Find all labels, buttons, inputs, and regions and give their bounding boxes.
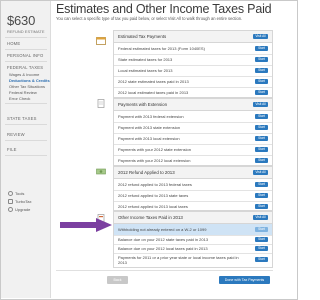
card-header: 2012 Refund Applied to 2013 Visit All — [114, 167, 272, 179]
start-button[interactable]: Start — [255, 90, 268, 95]
sidebar-divider — [5, 124, 47, 125]
start-button[interactable]: Start — [255, 46, 268, 51]
sidebar-subitem-wages-income[interactable]: Wages & Income — [9, 72, 39, 77]
sidebar-tool-tools[interactable]: Tools — [8, 191, 24, 197]
card-header: Estimated Tax Payments Visit All — [114, 31, 272, 43]
page-title: Estimates and Other Income Taxes Paid — [56, 2, 272, 16]
sidebar-subitem-error-check[interactable]: Error Check — [9, 96, 30, 101]
sidebar-tool-turbotax[interactable]: TurboTax — [8, 199, 32, 205]
refund-applied-card: 2012 Refund Applied to 2013 Visit All 20… — [113, 166, 273, 211]
start-button[interactable]: Start — [255, 114, 268, 119]
card-header: Payments with Extension Visit All — [114, 99, 272, 111]
visit-all-button[interactable]: Visit All — [253, 34, 268, 39]
start-button[interactable]: Start — [255, 125, 268, 130]
start-button[interactable]: Start — [255, 68, 268, 73]
sidebar: $630 REFUND ESTIMATE HOME PERSONAL INFO … — [1, 1, 51, 298]
sidebar-item-personal-info[interactable]: PERSONAL INFO — [7, 53, 43, 58]
list-item: 2012 local estimated taxes paid in 2013 S… — [114, 87, 272, 98]
sidebar-subitem-other-tax-situations[interactable]: Other Tax Situations — [9, 84, 45, 89]
document-icon — [97, 99, 105, 108]
start-button[interactable]: Start — [255, 237, 268, 242]
start-button[interactable]: Start — [255, 182, 268, 187]
back-button[interactable]: Back — [107, 276, 128, 284]
sidebar-subitem-deductions-credits[interactable]: Deductions & Credits — [9, 78, 50, 83]
refund-amount: $630 — [7, 13, 36, 28]
sidebar-divider — [5, 103, 47, 104]
start-button[interactable]: Start — [255, 227, 268, 232]
page-intro: You can select a specific type of tax yo… — [56, 16, 243, 21]
card-header: Other Income Taxes Paid in 2013 Visit Al… — [114, 212, 272, 224]
card-title: 2012 Refund Applied to 2013 — [118, 170, 175, 175]
start-button[interactable]: Start — [255, 257, 268, 262]
start-button[interactable]: Start — [255, 158, 268, 163]
sidebar-divider — [5, 140, 47, 141]
start-button[interactable]: Start — [255, 147, 268, 152]
other-income-taxes-card: Other Income Taxes Paid in 2013 Visit Al… — [113, 211, 273, 268]
sidebar-item-review[interactable]: REVIEW — [7, 132, 25, 137]
upgrade-icon — [8, 207, 13, 213]
start-button[interactable]: Start — [255, 136, 268, 141]
list-item: Payments with your 2012 local extension S… — [114, 155, 272, 166]
visit-all-button[interactable]: Visit All — [253, 102, 268, 107]
payments-with-extension-card: Payments with Extension Visit All Paymen… — [113, 98, 273, 166]
start-button[interactable]: Start — [255, 246, 268, 251]
refund-label: REFUND ESTIMATE — [7, 29, 45, 34]
card-title: Other Income Taxes Paid in 2013 — [118, 215, 183, 220]
tools-icon — [8, 191, 13, 197]
start-button[interactable]: Start — [255, 79, 268, 84]
sidebar-divider — [5, 49, 47, 50]
sidebar-item-home[interactable]: HOME — [7, 41, 20, 46]
sidebar-divider — [5, 155, 47, 156]
done-with-tax-payments-button[interactable]: Done with Tax Payments — [219, 276, 270, 284]
money-icon — [96, 168, 106, 175]
sidebar-divider — [5, 37, 47, 38]
arrow-annotation-icon — [60, 218, 112, 232]
sidebar-subitem-federal-review[interactable]: Federal Review — [9, 90, 37, 95]
sidebar-tool-upgrade[interactable]: Upgrade — [8, 207, 30, 213]
sidebar-item-federal-taxes[interactable]: FEDERAL TAXES — [7, 65, 43, 70]
visit-all-button[interactable]: Visit All — [253, 170, 268, 175]
card-title: Payments with Extension — [118, 102, 168, 107]
footer-divider — [56, 270, 273, 271]
calendar-icon — [96, 37, 106, 45]
start-button[interactable]: Start — [255, 204, 268, 209]
list-item: Payments for 2011 or a prior year state … — [114, 253, 272, 268]
estimated-tax-payments-card: Estimated Tax Payments Visit All Federal… — [113, 30, 273, 98]
start-button[interactable]: Start — [255, 193, 268, 198]
visit-all-button[interactable]: Visit All — [253, 215, 268, 220]
sidebar-item-file[interactable]: FILE — [7, 147, 17, 152]
sidebar-divider — [5, 61, 47, 62]
start-button[interactable]: Start — [255, 57, 268, 62]
sidebar-item-state-taxes[interactable]: STATE TAXES — [7, 116, 37, 121]
turbotax-icon — [8, 199, 13, 205]
card-title: Estimated Tax Payments — [118, 34, 167, 39]
